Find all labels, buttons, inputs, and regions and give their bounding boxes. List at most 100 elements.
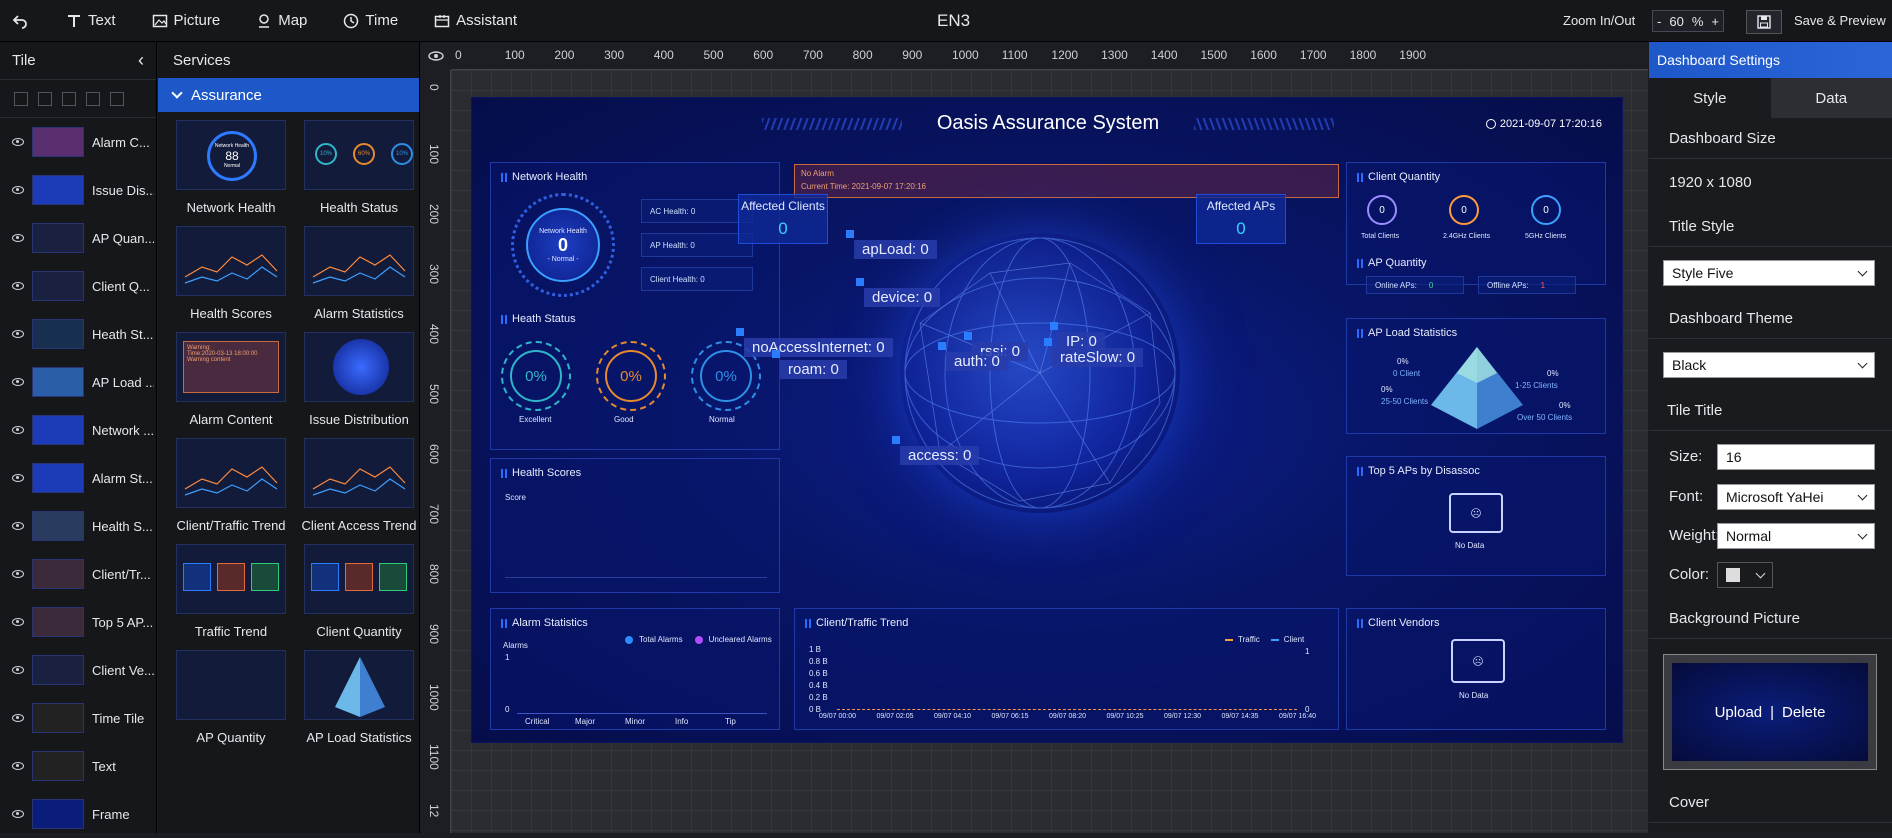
globe-issue-label[interactable]: auth: 0 [946, 352, 1008, 371]
client-vendors-panel[interactable]: Client Vendors ☹ No Data [1346, 608, 1606, 730]
upload-button[interactable]: Upload [1715, 704, 1763, 721]
tile-list-item[interactable]: Client Q... [0, 262, 156, 310]
eye-icon[interactable] [12, 522, 24, 530]
align-center-icon[interactable] [38, 92, 52, 106]
service-tile[interactable]: Network Health88NormalNetwork Health [171, 120, 291, 226]
tile-list-item[interactable]: Network ... [0, 406, 156, 454]
eye-icon[interactable] [12, 330, 24, 338]
tile-thumbnail [32, 175, 84, 205]
eye-icon[interactable] [12, 666, 24, 674]
save-icon[interactable] [1746, 10, 1782, 34]
eye-icon[interactable] [12, 762, 24, 770]
tile-list-item[interactable]: Text [0, 742, 156, 790]
globe-issue-label[interactable]: rateSlow: 0 [1052, 348, 1143, 367]
tab-data[interactable]: Data [1771, 78, 1892, 118]
save-preview-button[interactable]: Save & Preview [1794, 13, 1886, 28]
eye-icon[interactable] [12, 714, 24, 722]
zoom-in-button[interactable]: + [1711, 14, 1719, 29]
service-tile[interactable]: Warning:Time:2020-03-13 18:00:00Warning … [171, 332, 291, 438]
delete-button[interactable]: Delete [1782, 704, 1825, 721]
service-tile[interactable]: Client Quantity [299, 544, 419, 650]
assurance-category[interactable]: Assurance [158, 78, 419, 112]
tile-list-item[interactable]: Client Ve... [0, 646, 156, 694]
font-select[interactable]: Microsoft YaHei [1717, 484, 1875, 510]
map-tool-label: Map [278, 12, 307, 29]
text-tool-button[interactable]: Text [48, 0, 134, 42]
tile-list-item[interactable]: Frame [0, 790, 156, 838]
time-tool-button[interactable]: Time [325, 0, 416, 42]
ruler-left-tick: 0 [427, 84, 441, 91]
tile-list-item[interactable]: AP Quan... [0, 214, 156, 262]
title-style-select[interactable]: Style Five [1663, 260, 1875, 286]
eye-icon[interactable] [12, 234, 24, 242]
globe-issue-label[interactable]: device: 0 [864, 288, 940, 307]
client-traffic-panel[interactable]: Client/Traffic Trend Traffic Client 1 B0… [794, 608, 1339, 730]
ap-load-panel[interactable]: AP Load Statistics 0% 0 Client 0% 1-25 C… [1346, 318, 1606, 434]
service-tile[interactable]: Alarm Statistics [299, 226, 419, 332]
top5-aps-panel[interactable]: Top 5 APs by Disassoc ☹ No Data [1346, 456, 1606, 576]
globe-mesh [900, 233, 1180, 513]
health-scores-panel[interactable]: Health Scores Score [490, 458, 780, 593]
globe-issue-label[interactable]: apLoad: 0 [854, 240, 937, 259]
affected-clients-card[interactable]: Affected Clients 0 [738, 194, 828, 244]
color-picker[interactable] [1717, 562, 1773, 588]
map-tool-button[interactable]: Map [238, 0, 325, 42]
tile-list-item[interactable]: Client/Tr... [0, 550, 156, 598]
globe-issue-label[interactable]: noAccessInternet: 0 [744, 338, 893, 357]
picture-tool-button[interactable]: Picture [134, 0, 239, 42]
tile-list-item[interactable]: Alarm C... [0, 118, 156, 166]
eye-icon[interactable] [12, 570, 24, 578]
eye-icon[interactable] [12, 474, 24, 482]
eye-icon[interactable] [12, 618, 24, 626]
eye-icon[interactable] [12, 282, 24, 290]
service-tile[interactable]: AP Load Statistics [299, 650, 419, 756]
picture-icon [152, 13, 168, 29]
service-tile[interactable]: Health Scores [171, 226, 291, 332]
align-left-icon[interactable] [14, 92, 28, 106]
assistant-tool-button[interactable]: Assistant [416, 0, 535, 42]
alarm-statistics-panel[interactable]: Alarm Statistics Alarms Total Alarms Unc… [490, 608, 780, 730]
ruler-top-tick: 800 [853, 48, 873, 62]
undo-button[interactable] [0, 0, 38, 42]
eye-icon[interactable] [12, 138, 24, 146]
affected-aps-card[interactable]: Affected APs 0 [1196, 194, 1286, 244]
tile-list-item[interactable]: Time Tile [0, 694, 156, 742]
eye-icon[interactable] [12, 378, 24, 386]
issue-distribution-globe[interactable] [900, 233, 1180, 513]
move-down-icon[interactable] [86, 92, 100, 106]
tile-list-item[interactable]: Alarm St... [0, 454, 156, 502]
weight-select[interactable]: Normal [1717, 523, 1875, 549]
eye-icon[interactable] [12, 186, 24, 194]
service-tile[interactable]: Client/Traffic Trend [171, 438, 291, 544]
client-quantity-panel[interactable]: Client Quantity 0Total Clients02.4GHz Cl… [1346, 162, 1606, 285]
tab-style[interactable]: Style [1649, 78, 1771, 118]
service-tile[interactable]: Issue Distribution [299, 332, 419, 438]
eye-icon[interactable] [12, 810, 24, 818]
alarm-content-box[interactable]: No Alarm Current Time: 2021-09-07 17:20:… [794, 164, 1339, 198]
dashboard-preview[interactable]: Oasis Assurance System 2021-09-07 17:20:… [471, 97, 1623, 743]
theme-select[interactable]: Black [1663, 352, 1875, 378]
tile-list-item[interactable]: Issue Dis... [0, 166, 156, 214]
alarm-category-label: Critical [525, 717, 549, 726]
globe-issue-label[interactable]: roam: 0 [780, 360, 847, 379]
service-tile[interactable]: Client Access Trend [299, 438, 419, 544]
ruler-visibility-eye-icon[interactable] [421, 42, 451, 70]
move-up-icon[interactable] [62, 92, 76, 106]
network-health-panel[interactable]: Network Health Network Health 0 - Normal… [490, 162, 780, 450]
delete-icon[interactable] [110, 92, 124, 106]
zoom-value[interactable]: 60 [1669, 14, 1683, 29]
globe-issue-label[interactable]: access: 0 [900, 446, 979, 465]
tile-list-item[interactable]: Top 5 AP... [0, 598, 156, 646]
tile-list-item[interactable]: Heath St... [0, 310, 156, 358]
health-scores-title: Health Scores [512, 467, 581, 479]
service-tile[interactable]: Traffic Trend [171, 544, 291, 650]
tile-list-item[interactable]: Health S... [0, 502, 156, 550]
tile-list-item[interactable]: AP Load ... [0, 358, 156, 406]
zoom-out-button[interactable]: - [1657, 14, 1661, 29]
ap-load-l1: 0% [1397, 357, 1409, 366]
collapse-chevron-icon[interactable]: ‹ [138, 50, 144, 71]
service-tile[interactable]: AP Quantity [171, 650, 291, 756]
eye-icon[interactable] [12, 426, 24, 434]
service-tile[interactable]: 10%60%10%Health Status [299, 120, 419, 226]
size-input[interactable]: 16 [1717, 444, 1875, 470]
